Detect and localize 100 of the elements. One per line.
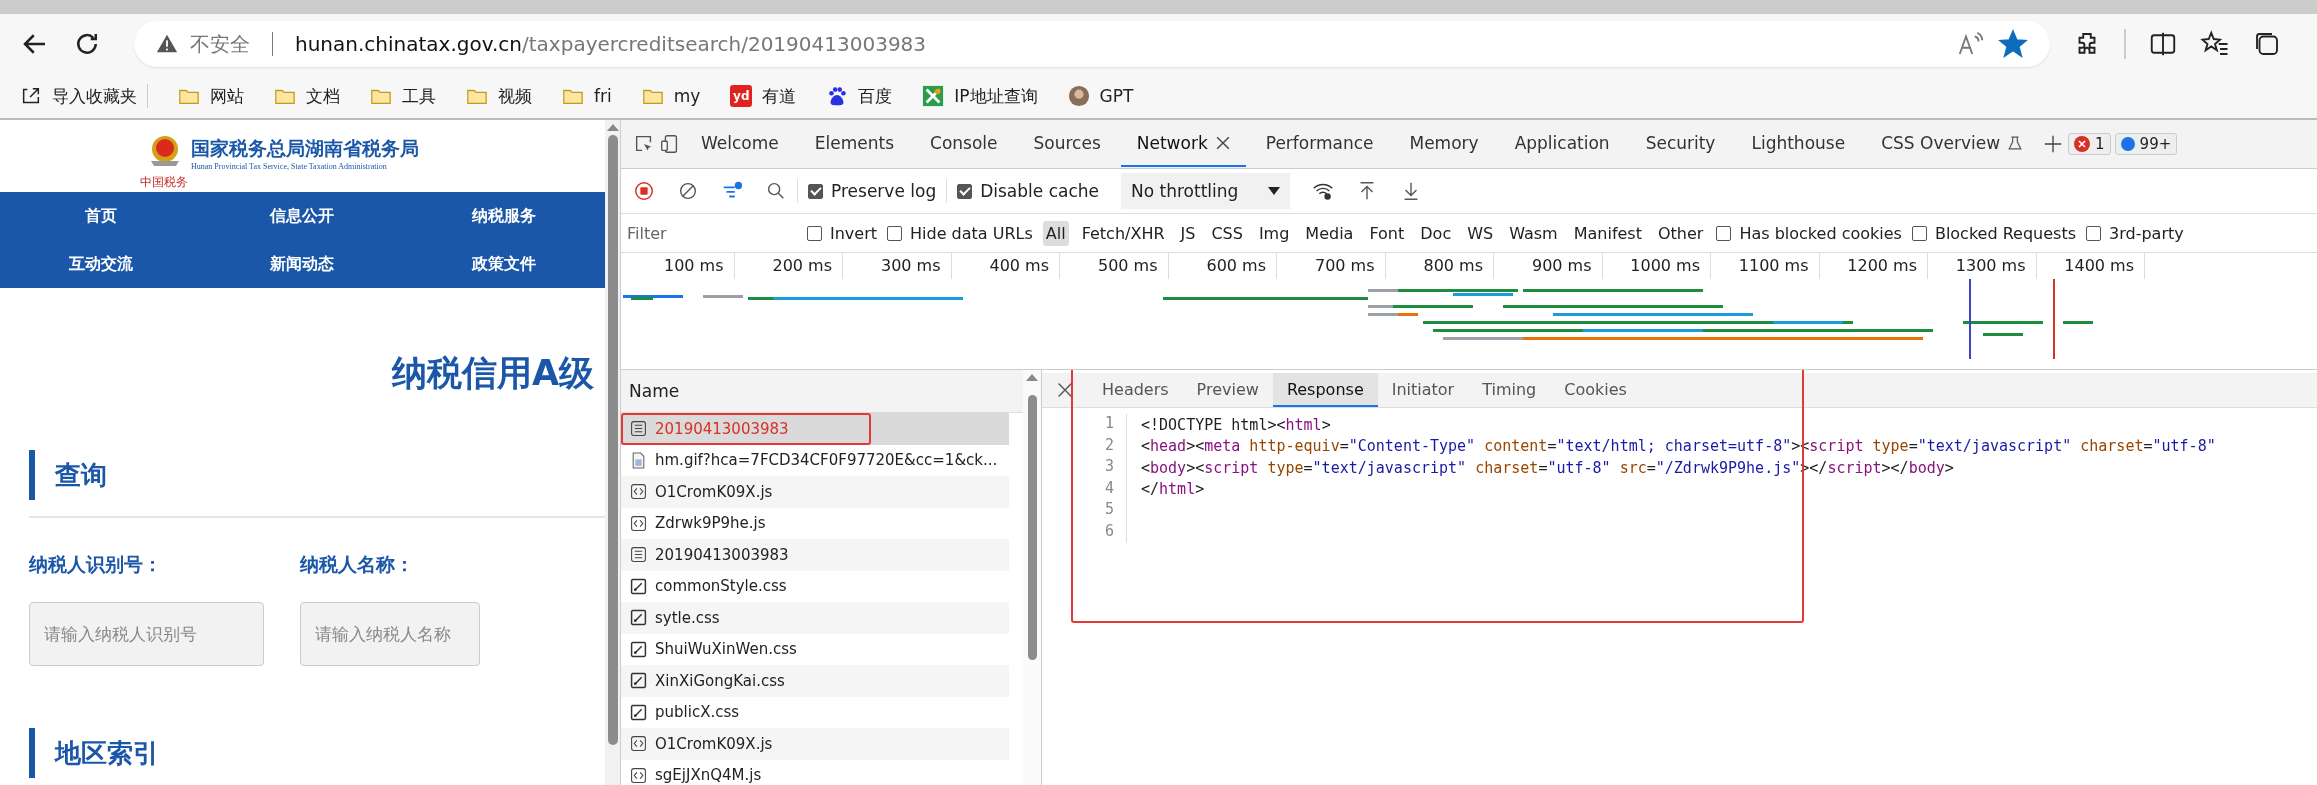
request-row[interactable]: sgEjJXnQ4M.js bbox=[621, 759, 1009, 785]
document-icon bbox=[630, 546, 647, 564]
request-row[interactable]: XinXiGongKai.css bbox=[621, 665, 1009, 697]
tick-label: 500 ms bbox=[1060, 253, 1169, 279]
type-filter-button[interactable]: CSS bbox=[1208, 220, 1246, 246]
bookmark-item[interactable]: 导入收藏夹 bbox=[20, 84, 137, 108]
type-filter-button[interactable]: Manifest bbox=[1570, 220, 1645, 246]
tick-label: 1100 ms bbox=[1711, 253, 1820, 279]
filter-checkbox[interactable]: Has blocked cookies bbox=[1716, 223, 1902, 243]
input-field[interactable]: 请输入纳税人识别号 bbox=[29, 602, 264, 666]
section-title: 查询 bbox=[55, 458, 107, 492]
bookmark-item[interactable]: GPT bbox=[1067, 85, 1134, 107]
request-row[interactable]: sytle.css bbox=[621, 602, 1009, 634]
nav-link[interactable]: 政策文件 bbox=[472, 253, 537, 275]
error-icon bbox=[2074, 136, 2091, 152]
address-bar[interactable]: 不安全 hunan.chinatax.gov.cn/taxpayercreditsearch/20190413003983 bbox=[134, 21, 2050, 67]
line-number: 1 bbox=[1082, 414, 1127, 436]
type-filter-button[interactable]: WS bbox=[1464, 220, 1497, 246]
clear-icon[interactable] bbox=[677, 180, 699, 202]
filter-checkbox[interactable]: Hide data URLs bbox=[887, 223, 1033, 243]
nav-link[interactable]: 信息公开 bbox=[270, 205, 335, 227]
code-line: </html> bbox=[1141, 480, 1205, 499]
filter-checkbox[interactable]: Blocked Requests bbox=[1911, 223, 2077, 243]
devtools-tab[interactable]: Lighthouse bbox=[1735, 121, 1862, 167]
devtools-tab[interactable]: Memory bbox=[1393, 121, 1495, 167]
tick-label: 1400 ms bbox=[2036, 253, 2145, 279]
type-filter-button[interactable]: Other bbox=[1654, 220, 1707, 246]
devtools-tab[interactable]: Application bbox=[1498, 121, 1626, 167]
type-filter-button[interactable]: JS bbox=[1177, 220, 1199, 246]
favorite-star-icon[interactable] bbox=[1998, 29, 2028, 59]
script-icon bbox=[630, 766, 647, 784]
bookmark-item[interactable]: 网站 bbox=[178, 84, 244, 108]
devtools-tab[interactable]: Security bbox=[1629, 121, 1732, 167]
record-icon[interactable] bbox=[633, 180, 655, 202]
request-row[interactable]: O1CromK09X.js bbox=[621, 476, 1009, 508]
type-filter-button[interactable]: Doc bbox=[1417, 220, 1455, 246]
bookmark-item[interactable]: 视频 bbox=[466, 84, 532, 108]
site-title: 国家税务总局湖南省税务局 bbox=[191, 135, 419, 161]
request-row[interactable]: 20190413003983 bbox=[621, 539, 1009, 571]
page-heading: 纳税信用A级 bbox=[390, 352, 596, 395]
type-filter-button[interactable]: Fetch/XHR bbox=[1078, 220, 1168, 246]
bookmark-item[interactable]: IP地址查询 bbox=[922, 84, 1038, 108]
type-filter-button[interactable]: Wasm bbox=[1506, 220, 1561, 246]
nav-link[interactable]: 互动交流 bbox=[68, 253, 133, 275]
request-row[interactable]: commonStyle.css bbox=[621, 570, 1009, 602]
scrollbar-thumb[interactable] bbox=[607, 135, 618, 745]
tick-label: 400 ms bbox=[951, 253, 1060, 279]
bookmark-item[interactable]: fri bbox=[562, 85, 612, 107]
url-text: hunan.chinatax.gov.cn/taxpayercreditsearch/20190413003983 bbox=[295, 32, 927, 56]
nav-link[interactable]: 新闻动态 bbox=[270, 253, 335, 275]
nav-link[interactable]: 首页 bbox=[84, 205, 117, 227]
error-count-badge[interactable]: 1 bbox=[2068, 133, 2111, 155]
scrollbar-thumb[interactable] bbox=[1027, 395, 1037, 660]
request-row[interactable]: ShuiWuXinWen.css bbox=[621, 633, 1009, 665]
type-filter-button[interactable]: Media bbox=[1302, 220, 1357, 246]
type-filter-button[interactable]: All bbox=[1042, 220, 1069, 246]
detail-tab[interactable]: Timing bbox=[1468, 373, 1551, 407]
stylesheet-icon bbox=[630, 640, 647, 658]
request-row[interactable]: Zdrwk9P9he.js bbox=[621, 507, 1009, 539]
column-header[interactable]: Name bbox=[621, 370, 1023, 413]
stylesheet-icon bbox=[630, 672, 647, 690]
devtools-tab[interactable]: Sources bbox=[1017, 121, 1117, 167]
devtools-tab[interactable]: Network bbox=[1120, 121, 1246, 167]
detail-tab[interactable]: Response bbox=[1272, 373, 1378, 407]
detail-tab[interactable]: Preview bbox=[1182, 373, 1273, 407]
type-filter-button[interactable]: Img bbox=[1255, 220, 1293, 246]
type-filter-button[interactable]: Font bbox=[1366, 220, 1408, 246]
bookmark-item[interactable]: my bbox=[641, 85, 701, 107]
document-icon bbox=[630, 420, 647, 438]
devtools-tab[interactable]: Performance bbox=[1249, 121, 1390, 167]
detail-tab[interactable]: Initiator bbox=[1377, 373, 1469, 407]
field-label: 纳税人识别号： bbox=[29, 552, 163, 577]
request-row[interactable]: O1CromK09X.js bbox=[621, 728, 1009, 760]
field-label: 纳税人名称： bbox=[300, 552, 415, 577]
line-number: 6 bbox=[1082, 521, 1127, 543]
filter-checkbox[interactable]: Invert bbox=[807, 223, 878, 243]
bookmark-item[interactable]: 工具 bbox=[370, 84, 436, 108]
request-row[interactable]: hm.gif?hca=7FCD34CF0F97720E&cc=1&ck... bbox=[621, 444, 1009, 476]
input-field[interactable]: 请输入纳税人名称 bbox=[300, 602, 480, 666]
disable-cache-checkbox[interactable]: Disable cache bbox=[957, 181, 1099, 201]
devtools-tab[interactable]: Console bbox=[914, 121, 1014, 167]
close-icon[interactable] bbox=[1215, 136, 1230, 150]
message-count-badge[interactable]: 99+ bbox=[2114, 133, 2178, 155]
detail-tab[interactable]: Cookies bbox=[1550, 373, 1641, 407]
devtools-tab[interactable]: CSS Overview bbox=[1865, 121, 2039, 167]
bookmark-item[interactable]: 文档 bbox=[274, 84, 340, 108]
throttling-select[interactable]: No throttling bbox=[1121, 173, 1291, 209]
bookmark-item[interactable]: 百度 bbox=[826, 84, 893, 108]
bookmark-item[interactable]: yd 有道 bbox=[730, 84, 797, 108]
script-icon bbox=[630, 483, 647, 501]
devtools-tab[interactable]: Welcome bbox=[685, 121, 795, 167]
script-icon bbox=[630, 514, 647, 532]
devtools-tab[interactable]: Elements bbox=[798, 121, 910, 167]
request-row[interactable]: publicX.css bbox=[621, 696, 1009, 728]
nav-link[interactable]: 纳税服务 bbox=[472, 205, 537, 227]
tile-icon bbox=[922, 85, 945, 107]
filter-checkbox[interactable]: 3rd-party bbox=[2086, 223, 2184, 243]
avatar-icon bbox=[1067, 85, 1090, 107]
detail-tab[interactable]: Headers bbox=[1088, 373, 1183, 407]
preserve-log-checkbox[interactable]: Preserve log bbox=[808, 181, 937, 201]
